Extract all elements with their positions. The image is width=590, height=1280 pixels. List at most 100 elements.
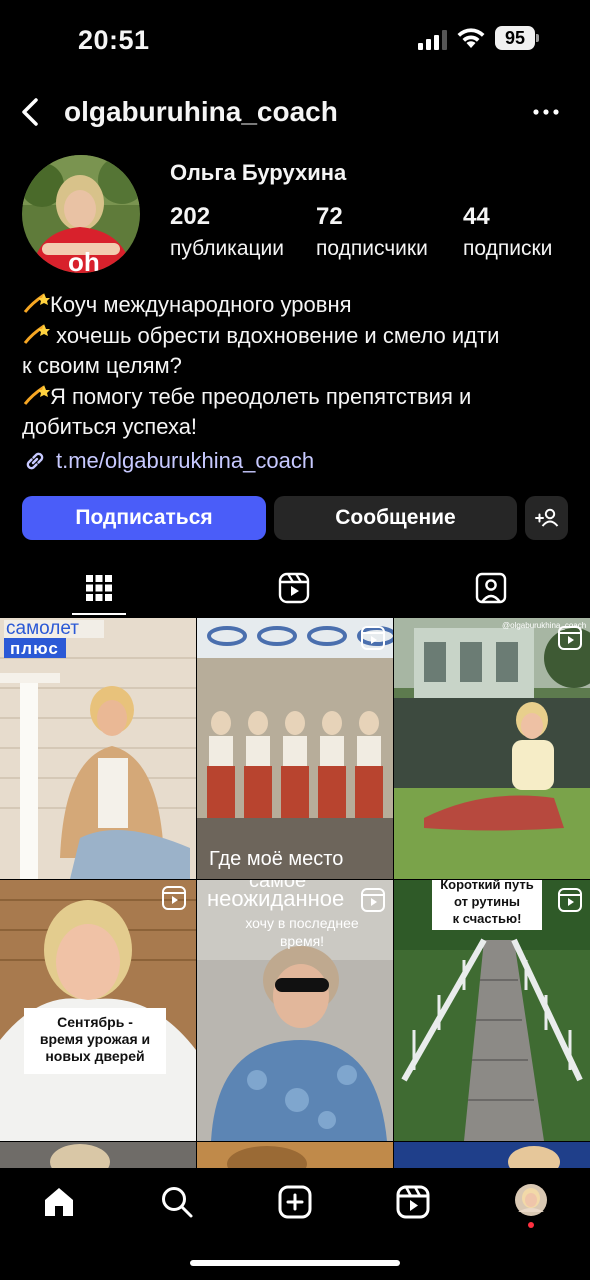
post-caption: Сентябрь - время урожая и новых дверей — [24, 1014, 166, 1065]
nav-home[interactable] — [35, 1182, 83, 1222]
message-button[interactable]: Сообщение — [274, 496, 517, 540]
follow-button[interactable]: Подписаться — [22, 496, 266, 540]
search-icon — [162, 1187, 193, 1218]
post-caption: неожиданное — [207, 886, 345, 911]
reel-badge-icon — [361, 626, 385, 650]
bio-line: Коуч международного уровня — [22, 290, 582, 321]
post-caption: Короткий путь от рутины к счастью! — [432, 880, 542, 927]
post-caption: плюс — [10, 639, 59, 658]
status-time: 20:51 — [78, 25, 150, 55]
tagged-icon — [475, 572, 507, 604]
suggest-people-button[interactable] — [525, 496, 568, 540]
grid-icon — [86, 575, 112, 601]
post-caption-line: хочу в последнее — [245, 915, 359, 931]
grid-post[interactable] — [0, 1142, 196, 1168]
battery-level: 95 — [495, 26, 535, 50]
profile-username: olgaburuhina_coach — [64, 96, 338, 127]
post-caption-line: к счастью! — [452, 911, 522, 926]
post-thumbnail — [197, 1142, 393, 1168]
dizzy-star-icon — [23, 323, 50, 344]
profile-bio: Коуч международного уровня хочешь обрест… — [22, 290, 582, 443]
dizzy-star-icon — [23, 384, 50, 405]
grid-post[interactable] — [197, 1142, 393, 1168]
nav-profile[interactable] — [507, 1182, 555, 1222]
post-caption-line: новых дверей — [45, 1048, 145, 1064]
tab-reels[interactable] — [254, 560, 334, 616]
back-arrow-icon[interactable] — [12, 88, 52, 136]
post-thumbnail — [394, 1142, 590, 1168]
post-thumbnail — [0, 1142, 196, 1168]
profile-avatar-small — [515, 1184, 547, 1216]
cellular-signal-icon — [418, 30, 447, 50]
wifi-icon — [457, 28, 485, 48]
bio-text-5: добиться успеха! — [22, 414, 198, 439]
stat-posts-label: публикации — [170, 237, 284, 260]
post-caption-line: от рутины — [453, 894, 521, 909]
post-caption: самолет — [6, 618, 80, 639]
bio-line: к своим целям? — [22, 351, 582, 382]
stat-following-label: подписки — [463, 237, 553, 260]
stat-followers[interactable]: 72 подписчики — [316, 203, 428, 261]
more-options-icon[interactable] — [526, 94, 566, 130]
post-caption: Где моё место — [209, 848, 344, 870]
grid-post[interactable]: самое неожиданное хочу в последнее время… — [197, 880, 393, 1141]
bio-line: хочешь обрести вдохновение и смело идти — [22, 321, 582, 352]
battery-indicator: 95 — [495, 26, 539, 50]
nav-search[interactable] — [153, 1182, 201, 1222]
post-caption: хочу в последнее время! — [217, 914, 387, 950]
dizzy-star-icon — [23, 293, 50, 313]
post-caption-line: Короткий путь — [440, 880, 534, 892]
stat-following-count: 44 — [463, 203, 490, 230]
bio-line: Я помогу тебе преодолеть препятствия и — [22, 382, 582, 413]
home-icon — [45, 1188, 73, 1216]
svg-text:oh: oh — [68, 247, 100, 273]
link-icon — [26, 452, 44, 470]
grid-post[interactable]: @olgaburukhina_coach — [394, 618, 590, 879]
add-person-icon — [535, 508, 559, 527]
status-bar: 20:51 95 — [0, 0, 590, 80]
stat-posts-count: 202 — [170, 203, 211, 230]
active-tab-indicator — [72, 613, 126, 615]
post-caption-line: время! — [279, 933, 325, 949]
reel-badge-icon — [361, 888, 385, 912]
grid-post[interactable] — [394, 1142, 590, 1168]
nav-create[interactable] — [271, 1182, 319, 1222]
profile-full-name: Ольга Бурухина — [170, 160, 347, 185]
post-thumbnail — [394, 618, 590, 879]
reels-icon — [396, 1185, 430, 1219]
profile-avatar[interactable]: oh — [22, 155, 140, 273]
nav-reels[interactable] — [389, 1182, 437, 1222]
profile-link-text: t.me/olgaburukhina_coach — [56, 448, 315, 473]
post-watermark: @olgaburukhina_coach — [502, 621, 587, 630]
reel-badge-icon — [558, 888, 582, 912]
reel-badge-icon — [162, 886, 186, 910]
content-tabs — [0, 560, 590, 616]
battery-tip — [536, 34, 539, 42]
bottom-navigation — [0, 1168, 590, 1280]
post-thumbnail — [0, 880, 196, 1141]
bio-text-2: хочешь обрести вдохновение и смело идти — [50, 322, 500, 348]
post-caption-line: Сентябрь - — [57, 1014, 133, 1030]
tab-posts-grid[interactable] — [59, 560, 139, 616]
stat-followers-count: 72 — [316, 203, 343, 230]
home-indicator — [190, 1260, 400, 1266]
reels-icon — [278, 572, 310, 604]
grid-post[interactable]: Где моё место — [197, 618, 393, 879]
grid-post[interactable]: Сентябрь - время урожая и новых дверей — [0, 880, 196, 1141]
bio-text-3: к своим целям? — [22, 353, 182, 378]
avatar-photo: oh — [22, 155, 140, 273]
bio-text-4: Я помогу тебе преодолеть препятствия и — [50, 383, 472, 409]
profile-header: olgaburuhina_coach — [0, 80, 590, 144]
bio-line: добиться успеха! — [22, 412, 582, 443]
tab-tagged[interactable] — [451, 560, 531, 616]
stat-following[interactable]: 44 подписки — [463, 203, 552, 261]
grid-post[interactable]: самолет плюс — [0, 618, 196, 879]
post-caption-line: время урожая и — [39, 1031, 151, 1047]
stat-followers-label: подписчики — [316, 237, 428, 260]
grid-post[interactable]: Короткий путь от рутины к счастью! — [394, 880, 590, 1141]
profile-link[interactable]: t.me/olgaburukhina_coach — [22, 448, 314, 474]
create-post-icon — [278, 1185, 312, 1219]
post-thumbnail — [197, 618, 393, 879]
notification-dot-icon — [528, 1222, 534, 1228]
stat-posts[interactable]: 202 публикации — [170, 203, 284, 261]
